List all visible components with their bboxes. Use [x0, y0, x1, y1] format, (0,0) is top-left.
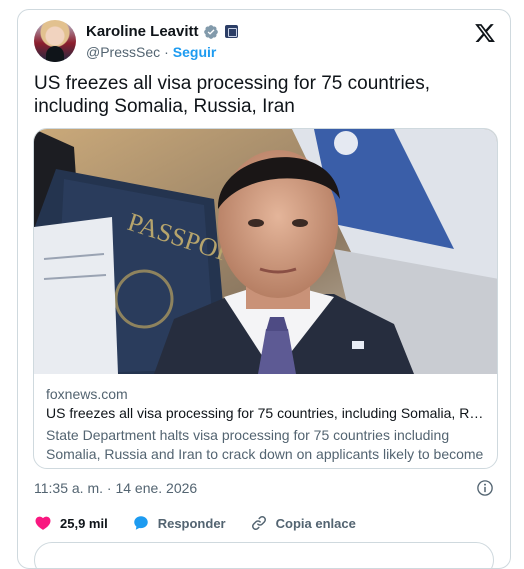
read-replies-button[interactable] [34, 542, 494, 568]
link-preview-image[interactable]: PASSPORT [34, 129, 498, 374]
author-handle[interactable]: @PressSec [86, 44, 160, 60]
reply-button[interactable]: Responder [132, 514, 226, 532]
info-icon[interactable] [476, 479, 494, 497]
copy-link-label: Copia enlace [275, 515, 356, 531]
author-display-name[interactable]: Karoline Leavitt [86, 23, 199, 40]
like-button[interactable]: 25,9 mil [34, 514, 108, 532]
tweet-card[interactable]: Karoline Leavitt @PressSec · Seguir US f… [17, 9, 511, 569]
like-count: 25,9 mil [60, 515, 108, 531]
reply-label: Responder [157, 515, 226, 531]
avatar[interactable] [34, 20, 76, 62]
handle-separator: · [164, 44, 169, 60]
link-title[interactable]: US freezes all visa processing for 75 co… [46, 404, 487, 423]
reply-bubble-icon [133, 516, 148, 530]
author-name-row: Karoline Leavitt [86, 23, 238, 40]
action-bar: 25,9 mil Responder Copia enlace [34, 512, 494, 534]
verified-badge-icon [203, 24, 218, 39]
tweet-text: US freezes all visa processing for 75 co… [34, 73, 431, 117]
heart-icon [35, 516, 51, 530]
link-description: State Department halts visa processing f… [46, 427, 484, 468]
link-domain: foxnews.com [46, 386, 128, 402]
copy-link-button[interactable]: Copia enlace [250, 514, 356, 532]
link-icon [251, 516, 266, 530]
tweet-header: Karoline Leavitt @PressSec · Seguir [34, 20, 496, 64]
tweet-timestamp[interactable]: 11:35 a. m. · 14 ene. 2026 [34, 480, 197, 496]
timestamp-row: 11:35 a. m. · 14 ene. 2026 [34, 478, 494, 498]
x-logo-icon[interactable] [474, 22, 496, 44]
link-preview-card[interactable]: PASSPORT foxnews.com US freezes all visa… [33, 128, 498, 469]
link-preview-meta: foxnews.com US freezes all visa processi… [46, 385, 487, 468]
author-handle-row: @PressSec · Seguir [86, 44, 216, 60]
government-affiliation-icon [224, 25, 238, 38]
follow-button[interactable]: Seguir [173, 44, 217, 60]
